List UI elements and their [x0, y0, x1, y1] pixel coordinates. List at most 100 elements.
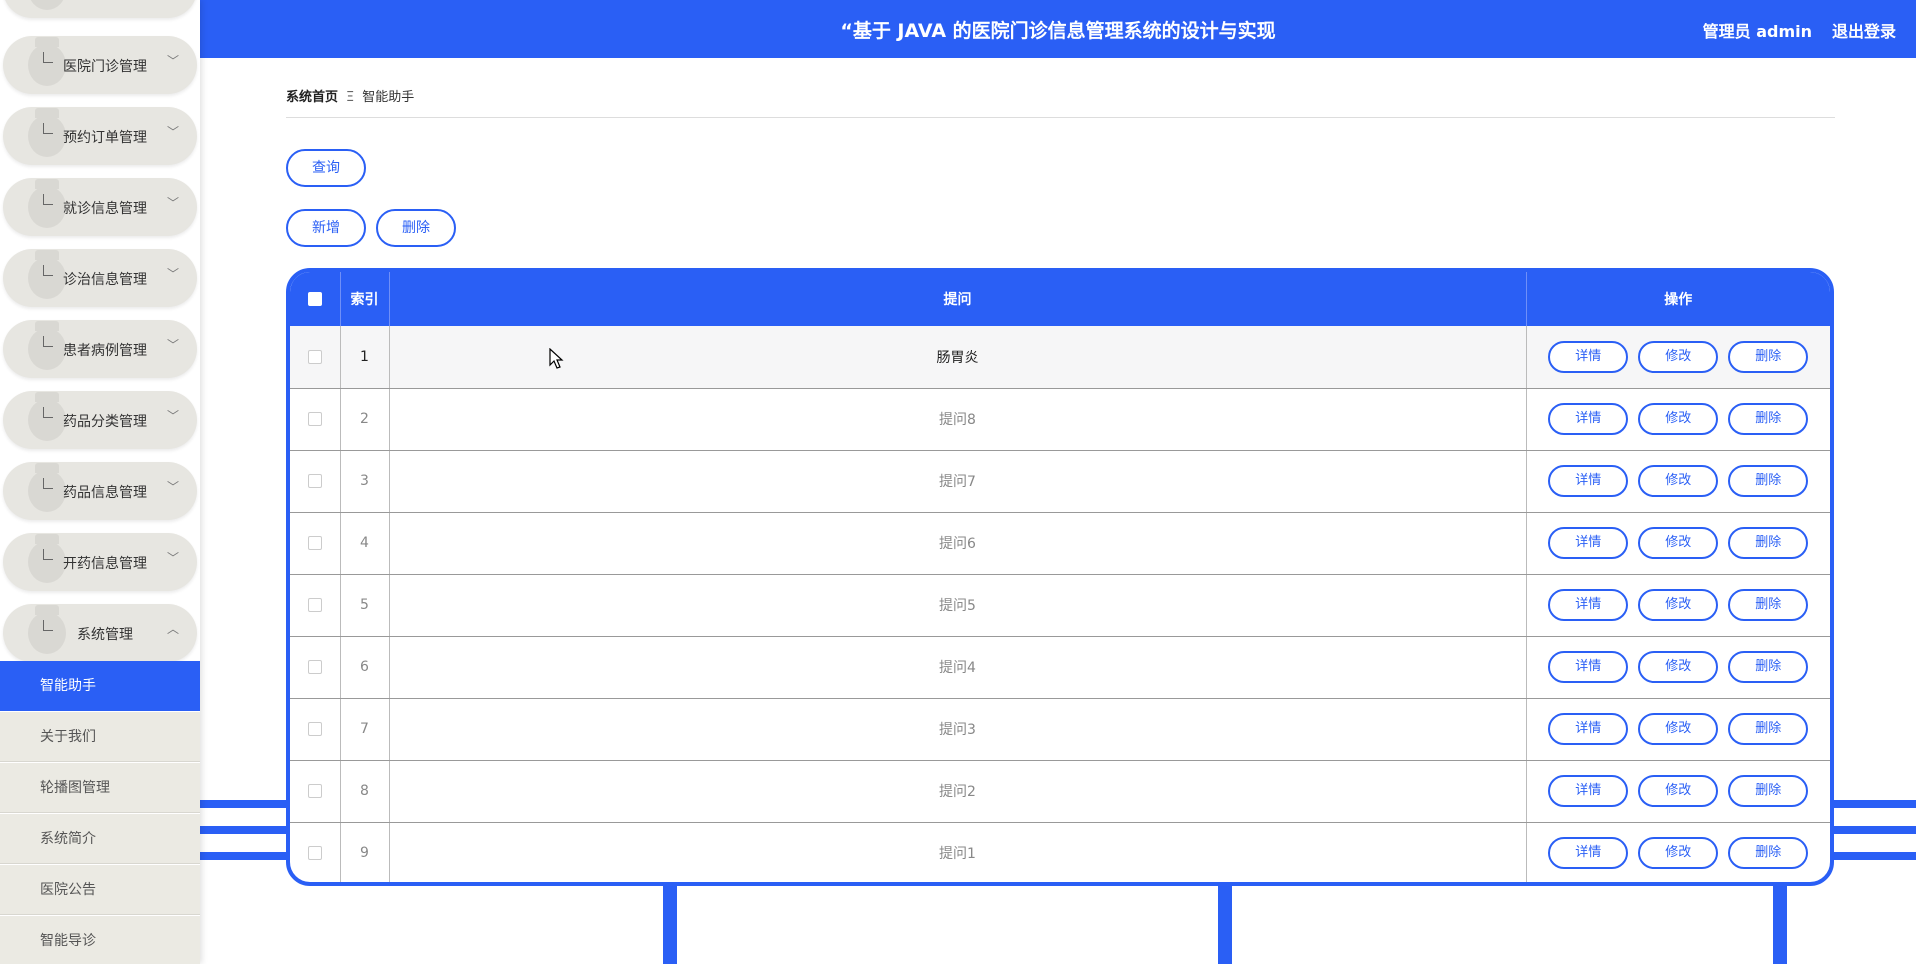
- detail-button[interactable]: 详情: [1548, 340, 1629, 373]
- sidebar-menu-records[interactable]: 患者病例管理 ﹀: [3, 320, 197, 378]
- chevron-down-icon: ﹀: [167, 54, 180, 68]
- sidebar-menu-label: 开药信息管理: [63, 556, 147, 572]
- table-row: 1 肠胃炎 详情 修改 删除: [290, 326, 1830, 389]
- detail-button[interactable]: 详情: [1548, 465, 1629, 497]
- sidebar-menu-diagnosis[interactable]: 诊治信息管理 ﹀: [3, 249, 197, 307]
- delete-button[interactable]: 删除: [1728, 775, 1809, 807]
- row-checkbox[interactable]: [307, 660, 322, 674]
- row-index: 8: [340, 760, 390, 823]
- row-checkbox[interactable]: [307, 536, 322, 550]
- delete-button[interactable]: 删除: [1728, 465, 1809, 497]
- detail-button[interactable]: 详情: [1548, 775, 1629, 807]
- menu-icon: [28, 321, 66, 370]
- detail-button[interactable]: 详情: [1548, 713, 1629, 745]
- row-select-cell: [290, 450, 341, 513]
- row-ops: 详情 修改 删除: [1526, 450, 1830, 513]
- batch-delete-button[interactable]: 删除: [376, 209, 456, 247]
- decor-line: [200, 800, 290, 808]
- table-row: 5 提问5 详情 修改 删除: [290, 574, 1830, 637]
- menu-icon: [28, 179, 66, 228]
- delete-button[interactable]: 删除: [1728, 713, 1809, 745]
- sidebar-sub-notice[interactable]: 医院公告: [0, 865, 200, 915]
- column-header-index: 索引: [340, 272, 390, 326]
- delete-button[interactable]: 删除: [1728, 837, 1809, 870]
- edit-button[interactable]: 修改: [1638, 403, 1719, 435]
- sidebar-menu-drug-category[interactable]: 药品分类管理 ﹀: [3, 391, 197, 449]
- sidebar-menu-clinic[interactable]: 医院门诊管理 ﹀: [3, 36, 197, 94]
- column-header-ops: 操作: [1526, 272, 1830, 326]
- edit-button[interactable]: 修改: [1638, 651, 1719, 683]
- sidebar-sub-about[interactable]: 关于我们: [0, 712, 200, 762]
- delete-button[interactable]: 删除: [1728, 340, 1809, 373]
- divider: [286, 117, 1835, 118]
- row-checkbox[interactable]: [307, 846, 322, 861]
- breadcrumb-current: 智能助手: [362, 90, 415, 105]
- detail-button[interactable]: 详情: [1548, 837, 1629, 870]
- edit-button[interactable]: 修改: [1638, 589, 1719, 621]
- row-checkbox[interactable]: [307, 722, 322, 736]
- row-select-cell: [290, 512, 341, 575]
- decor-leg: [1218, 880, 1232, 964]
- row-checkbox[interactable]: [307, 349, 322, 364]
- detail-button[interactable]: 详情: [1548, 651, 1629, 683]
- sidebar-sub-intro[interactable]: 系统简介: [0, 814, 200, 864]
- row-question: 提问2: [389, 760, 1527, 823]
- sidebar-menu-label: 药品分类管理: [63, 414, 147, 430]
- detail-button[interactable]: 详情: [1548, 589, 1629, 621]
- table-row: 8 提问2 详情 修改 删除: [290, 760, 1830, 823]
- chevron-down-icon: ﹀: [167, 338, 180, 352]
- sidebar-menu-drug-info[interactable]: 药品信息管理 ﹀: [3, 462, 197, 520]
- row-index: 2: [340, 388, 390, 451]
- edit-button[interactable]: 修改: [1638, 713, 1719, 745]
- query-button[interactable]: 查询: [286, 149, 366, 187]
- row-ops: 详情 修改 删除: [1526, 636, 1830, 699]
- row-index: 4: [340, 512, 390, 575]
- chevron-down-icon: ﹀: [167, 409, 180, 423]
- edit-button[interactable]: 修改: [1638, 465, 1719, 497]
- sidebar-menu-booking[interactable]: 预约订单管理 ﹀: [3, 107, 197, 165]
- sidebar-menu-partial[interactable]: [3, 0, 197, 18]
- row-ops: 详情 修改 删除: [1526, 512, 1830, 575]
- row-question: 提问4: [389, 636, 1527, 699]
- edit-button[interactable]: 修改: [1638, 527, 1719, 559]
- decor-line: [1830, 826, 1916, 834]
- row-question: 提问6: [389, 512, 1527, 575]
- sidebar-sub-guide[interactable]: 智能导诊: [0, 916, 200, 964]
- delete-button[interactable]: 删除: [1728, 651, 1809, 683]
- row-checkbox[interactable]: [307, 598, 322, 612]
- sidebar-sub-carousel[interactable]: 轮播图管理: [0, 763, 200, 813]
- row-select-cell: [290, 636, 341, 699]
- row-select-cell: [290, 574, 341, 637]
- row-question: 提问7: [389, 450, 1527, 513]
- select-all-cell: [290, 272, 341, 326]
- edit-button[interactable]: 修改: [1638, 340, 1719, 373]
- logout-link[interactable]: 退出登录: [1832, 18, 1896, 42]
- breadcrumb: 系统首页 Ξ 智能助手: [286, 86, 414, 105]
- row-ops: 详情 修改 删除: [1526, 574, 1830, 637]
- select-all-checkbox[interactable]: [307, 292, 322, 306]
- detail-button[interactable]: 详情: [1548, 403, 1629, 435]
- delete-button[interactable]: 删除: [1728, 589, 1809, 621]
- delete-button[interactable]: 删除: [1728, 527, 1809, 559]
- sidebar-menu-label: 就诊信息管理: [63, 201, 147, 217]
- decor-line: [1830, 800, 1916, 808]
- delete-button[interactable]: 删除: [1728, 403, 1809, 435]
- table-header-row: 索引 提问 操作: [290, 272, 1830, 326]
- row-index: 5: [340, 574, 390, 637]
- detail-button[interactable]: 详情: [1548, 527, 1629, 559]
- sidebar-sub-assistant[interactable]: 智能助手: [0, 661, 200, 711]
- sidebar-menu-system[interactable]: 系统管理 ︿: [3, 604, 197, 662]
- row-index: 6: [340, 636, 390, 699]
- edit-button[interactable]: 修改: [1638, 837, 1719, 870]
- sidebar-menu-prescription[interactable]: 开药信息管理 ﹀: [3, 533, 197, 591]
- chevron-down-icon: ﹀: [167, 196, 180, 210]
- add-button[interactable]: 新增: [286, 209, 366, 247]
- edit-button[interactable]: 修改: [1638, 775, 1719, 807]
- row-index: 7: [340, 698, 390, 761]
- row-checkbox[interactable]: [307, 784, 322, 798]
- row-checkbox[interactable]: [307, 412, 322, 426]
- sidebar-menu-visit[interactable]: 就诊信息管理 ﹀: [3, 178, 197, 236]
- breadcrumb-home[interactable]: 系统首页: [286, 90, 338, 105]
- row-index: 3: [340, 450, 390, 513]
- row-checkbox[interactable]: [307, 474, 322, 488]
